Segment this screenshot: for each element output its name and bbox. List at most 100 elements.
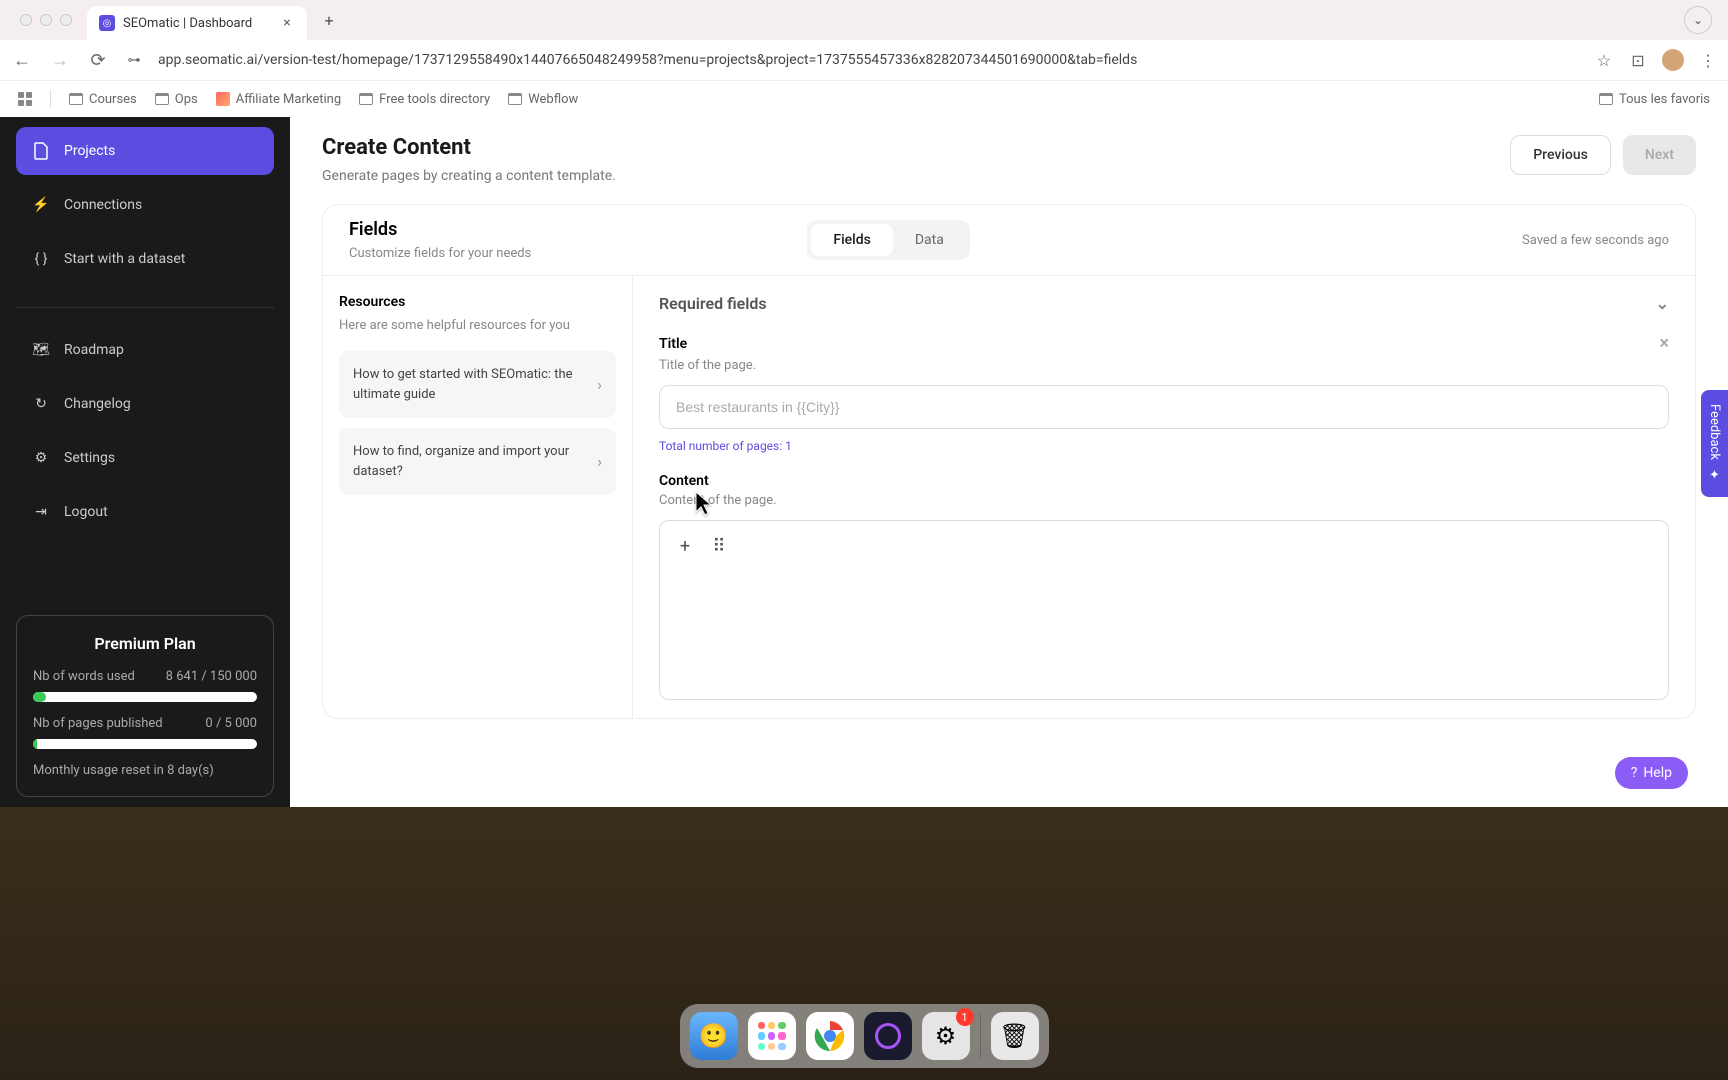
folder-icon	[508, 93, 522, 105]
resource-link[interactable]: How to get started with SEOmatic: the ul…	[339, 351, 616, 418]
sidebar-item-label: Start with a dataset	[64, 251, 185, 267]
back-button[interactable]: ←	[10, 48, 34, 72]
words-row: Nb of words used 8 641 / 150 000	[33, 669, 257, 684]
pages-row: Nb of pages published 0 / 5 000	[33, 716, 257, 731]
bookmark-star-icon[interactable]: ☆	[1594, 50, 1614, 70]
refresh-icon: ↻	[32, 395, 50, 413]
plan-reset: Monthly usage reset in 8 day(s)	[33, 763, 257, 778]
forward-button[interactable]: →	[48, 48, 72, 72]
sidebar-item-label: Changelog	[64, 396, 131, 412]
folder-icon	[1599, 93, 1613, 105]
mouse-cursor-icon	[692, 490, 720, 518]
app-window: Projects ⚡ Connections { } Start with a …	[0, 117, 1728, 807]
sidebar-item-label: Connections	[64, 197, 142, 213]
tab-fields[interactable]: Fields	[811, 224, 892, 256]
sidebar-item-logout[interactable]: ⇥ Logout	[16, 488, 274, 536]
minimize-window[interactable]	[40, 14, 52, 26]
url-text[interactable]: app.seomatic.ai/version-test/homepage/17…	[158, 52, 1580, 68]
bookmark-ops[interactable]: Ops	[155, 92, 198, 107]
card-subtitle: Customize fields for your needs	[349, 246, 531, 261]
title-input[interactable]	[659, 385, 1669, 429]
sparkle-icon: ✦	[1707, 468, 1722, 483]
add-block-icon[interactable]: +	[674, 535, 696, 557]
bookmark-tools[interactable]: Free tools directory	[359, 92, 490, 107]
sidebar-item-dataset[interactable]: { } Start with a dataset	[16, 235, 274, 283]
browser-tab[interactable]: ◎ SEOmatic | Dashboard ×	[87, 6, 307, 40]
bookmark-webflow[interactable]: Webflow	[508, 92, 578, 107]
dock-app-purple[interactable]	[864, 1012, 912, 1060]
words-value: 8 641 / 150 000	[166, 669, 257, 684]
dock-separator	[980, 1014, 981, 1058]
sidebar-item-connections[interactable]: ⚡ Connections	[16, 181, 274, 229]
pages-bar	[33, 739, 257, 749]
extensions-icon[interactable]: ⊡	[1628, 50, 1648, 70]
resource-link[interactable]: How to find, organize and import your da…	[339, 428, 616, 495]
remove-field-icon[interactable]: ×	[1659, 333, 1669, 354]
form-panel: Required fields ⌄ Title × Title of the p…	[633, 276, 1695, 718]
desktop-area: 🙂 ⚙1 🗑	[0, 807, 1728, 1080]
plan-title: Premium Plan	[33, 634, 257, 653]
content-label: Content	[659, 473, 1669, 489]
fields-card: Fields Customize fields for your needs F…	[322, 204, 1696, 719]
sidebar-item-changelog[interactable]: ↻ Changelog	[16, 380, 274, 428]
content-editor[interactable]: + ⠿	[659, 520, 1669, 700]
tab-data[interactable]: Data	[893, 224, 966, 256]
resource-text: How to get started with SEOmatic: the ul…	[353, 365, 587, 404]
maximize-window[interactable]	[60, 14, 72, 26]
folder-icon	[155, 93, 169, 105]
pages-label: Nb of pages published	[33, 716, 163, 731]
site-info-icon[interactable]: ⊶	[124, 50, 144, 70]
next-button[interactable]: Next	[1623, 135, 1696, 175]
window-controls[interactable]	[20, 14, 72, 26]
editor-toolbar: + ⠿	[674, 535, 1654, 557]
section-header[interactable]: Required fields ⌄	[659, 294, 1669, 313]
divider	[16, 307, 274, 308]
words-label: Nb of words used	[33, 669, 135, 684]
page-title: Create Content	[322, 135, 1510, 160]
bookmarks-bar: Courses Ops Affiliate Marketing Free too…	[0, 80, 1728, 117]
feedback-tab[interactable]: Feedback ✦	[1701, 390, 1728, 497]
dock-trash[interactable]: 🗑	[991, 1012, 1039, 1060]
reload-button[interactable]: ⟳	[86, 48, 110, 72]
tabs-overflow-button[interactable]: ⌄	[1684, 6, 1712, 34]
apps-icon[interactable]	[18, 92, 32, 106]
menu-icon[interactable]: ⋮	[1698, 50, 1718, 70]
feedback-label: Feedback	[1707, 404, 1722, 460]
help-icon: ?	[1631, 765, 1638, 781]
browser-chrome: ◎ SEOmatic | Dashboard × + ⌄ ← → ⟳ ⊶ app…	[0, 0, 1728, 117]
help-button[interactable]: ? Help	[1615, 757, 1688, 789]
bookmark-courses[interactable]: Courses	[69, 92, 137, 107]
chevron-right-icon: ›	[597, 375, 602, 394]
dock-launchpad[interactable]	[748, 1012, 796, 1060]
sidebar-item-settings[interactable]: ⚙ Settings	[16, 434, 274, 482]
sidebar-item-label: Roadmap	[64, 342, 124, 358]
dock-settings[interactable]: ⚙1	[922, 1012, 970, 1060]
resource-text: How to find, organize and import your da…	[353, 442, 587, 481]
drag-handle-icon[interactable]: ⠿	[708, 535, 730, 557]
previous-button[interactable]: Previous	[1510, 135, 1611, 175]
favicon-icon: ◎	[99, 15, 115, 31]
folder-icon	[69, 93, 83, 105]
sidebar-item-projects[interactable]: Projects	[16, 127, 274, 175]
new-tab-button[interactable]: +	[315, 6, 343, 34]
bookmark-affiliate[interactable]: Affiliate Marketing	[216, 92, 341, 107]
plan-box: Premium Plan Nb of words used 8 641 / 15…	[16, 615, 274, 797]
resources-subtitle: Here are some helpful resources for you	[339, 318, 616, 333]
tab-bar: ◎ SEOmatic | Dashboard × + ⌄	[0, 0, 1728, 40]
close-tab-icon[interactable]: ×	[279, 15, 295, 31]
notification-badge: 1	[956, 1008, 974, 1026]
document-icon	[32, 142, 50, 160]
chevron-down-icon: ⌄	[1656, 294, 1669, 313]
card-header: Fields Customize fields for your needs F…	[323, 205, 1695, 276]
sidebar-item-roadmap[interactable]: 🗺 Roadmap	[16, 326, 274, 374]
resources-title: Resources	[339, 294, 616, 310]
dock-chrome[interactable]	[806, 1012, 854, 1060]
profile-avatar[interactable]	[1662, 49, 1684, 71]
sidebar-item-label: Logout	[64, 504, 108, 520]
all-bookmarks[interactable]: Tous les favoris	[1599, 92, 1710, 107]
close-window[interactable]	[20, 14, 32, 26]
title-field-label-row: Title ×	[659, 333, 1669, 354]
dock-finder[interactable]: 🙂	[690, 1012, 738, 1060]
words-bar-fill	[33, 692, 46, 702]
sidebar-item-label: Projects	[64, 143, 115, 159]
